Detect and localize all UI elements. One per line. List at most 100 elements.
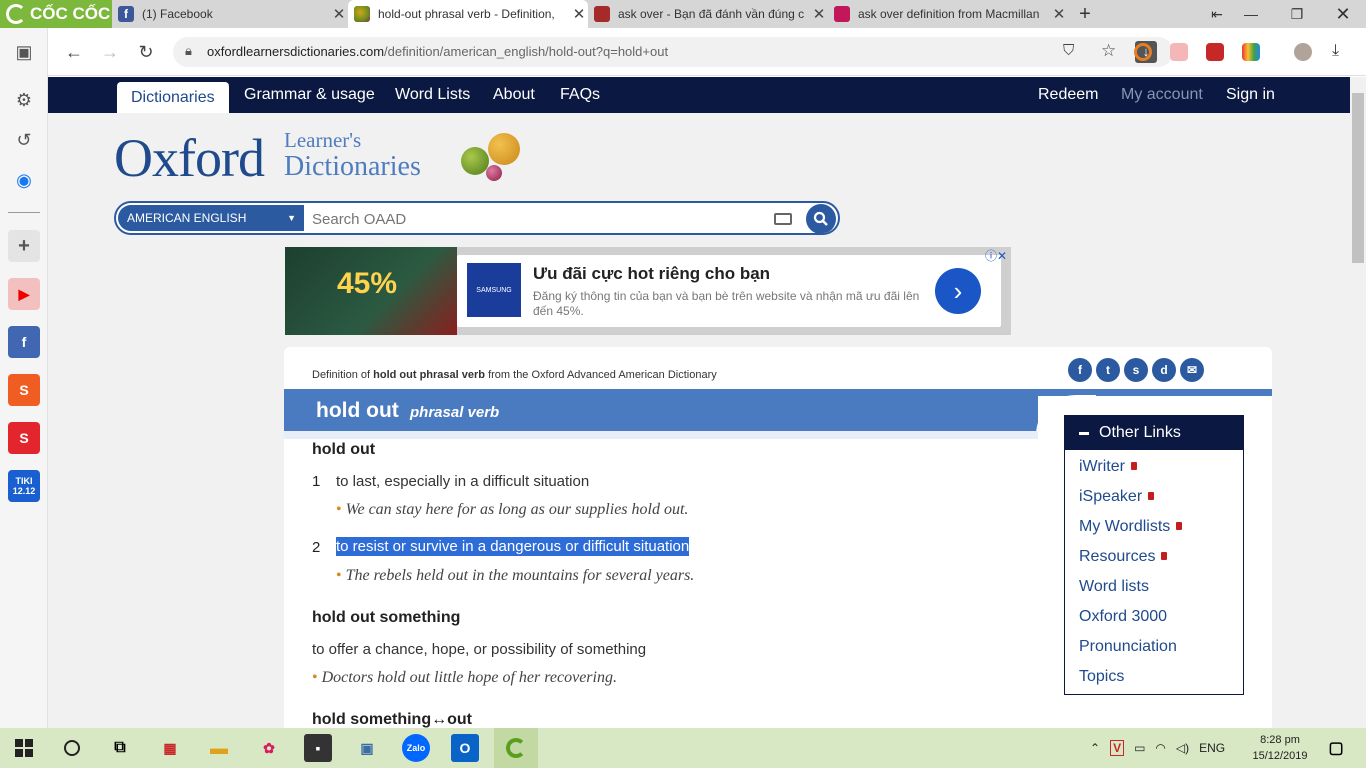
nav-grammar[interactable]: Grammar & usage	[230, 77, 389, 113]
tab-facebook[interactable]: f (1) Facebook ✕	[112, 0, 348, 28]
close-tab-icon[interactable]: ✕	[570, 5, 588, 23]
nav-redeem[interactable]: Redeem	[1024, 77, 1112, 113]
reload-button[interactable]: ↻	[134, 40, 158, 64]
app-icon[interactable]: ▦	[156, 734, 184, 762]
app-icon[interactable]: ✿	[255, 734, 283, 762]
facebook-shortcut-icon[interactable]: f	[8, 326, 40, 358]
nav-faqs[interactable]: FAQs	[546, 77, 614, 113]
ad-card[interactable]: SAMSUNG Ưu đãi cực hot riêng cho bạn Đăn…	[457, 255, 1001, 327]
tab-oxford[interactable]: hold-out phrasal verb - Definition, ✕	[348, 0, 588, 28]
maximize-button[interactable]: ❐	[1274, 0, 1320, 28]
chevron-down-icon: ▼	[287, 213, 296, 223]
link-my-wordlists[interactable]: My Wordlists	[1079, 518, 1183, 536]
add-shortcut-button[interactable]: +	[8, 230, 40, 262]
chevron-up-icon[interactable]: ⌃	[1090, 741, 1100, 755]
language-indicator[interactable]: ENG	[1199, 741, 1225, 755]
adblock-icon[interactable]	[1170, 43, 1188, 61]
tab-macmillan[interactable]: ask over definition from Macmillan ✕	[828, 0, 1068, 28]
forward-button[interactable]: →	[98, 40, 122, 64]
nav-my-account[interactable]: My account	[1107, 77, 1217, 113]
coccoc-taskbar-icon[interactable]	[494, 728, 538, 768]
ad-title: Ưu đãi cực hot riêng cho bạn	[533, 264, 771, 283]
nav-sign-in[interactable]: Sign in	[1212, 77, 1289, 113]
close-window-button[interactable]: ✕	[1320, 0, 1366, 28]
volume-icon[interactable]: ◁)	[1176, 741, 1189, 755]
zalo-icon[interactable]: Zalo	[402, 734, 430, 762]
file-explorer-icon[interactable]: ▬	[205, 734, 233, 762]
other-links-header[interactable]: Other Links	[1065, 416, 1243, 450]
link-oxford-3000[interactable]: Oxford 3000	[1079, 608, 1167, 626]
sidebar-toggle-icon[interactable]: ▣	[12, 40, 36, 64]
tab-bar: CỐC CỐC f (1) Facebook ✕ hold-out phrasa…	[0, 0, 1366, 28]
coccoc-logo-icon	[6, 4, 26, 24]
page-scrollbar[interactable]	[1350, 77, 1366, 728]
unikey-icon[interactable]: V	[1110, 740, 1125, 756]
shopee-icon[interactable]: S	[8, 374, 40, 406]
scrollbar-thumb[interactable]	[1352, 93, 1364, 263]
coccoc-menu-button[interactable]: CỐC CỐC	[0, 0, 112, 28]
task-view-icon[interactable]: ⧉	[106, 734, 134, 762]
link-ispeaker[interactable]: iSpeaker	[1079, 488, 1155, 506]
profile-avatar[interactable]	[1294, 43, 1312, 61]
lock-icon	[1161, 552, 1168, 560]
phrasal-verb-heading: hold out	[312, 441, 376, 458]
app-icon[interactable]: ▣	[353, 734, 381, 762]
headword: hold out	[316, 399, 399, 422]
close-tab-icon[interactable]: ✕	[330, 5, 348, 23]
keyboard-icon[interactable]	[774, 213, 792, 225]
new-tab-button[interactable]: +	[1062, 0, 1108, 28]
minimize-button[interactable]: —	[1228, 0, 1274, 28]
sticky-notes-icon[interactable]: ▪	[304, 734, 332, 762]
tiki-icon[interactable]: TIKI 12.12	[8, 470, 40, 502]
twitter-share-icon[interactable]: t	[1096, 358, 1120, 382]
nav-about[interactable]: About	[479, 77, 549, 113]
link-topics[interactable]: Topics	[1079, 668, 1124, 686]
close-tab-icon[interactable]: ✕	[810, 5, 828, 23]
link-pronunciation[interactable]: Pronunciation	[1079, 638, 1177, 656]
search-button[interactable]	[806, 204, 836, 233]
star-icon[interactable]: ☆	[1101, 41, 1116, 61]
language-select[interactable]: AMERICAN ENGLISH ▼	[118, 205, 304, 231]
nav-dictionaries[interactable]: Dictionaries	[117, 82, 229, 113]
address-bar[interactable]: 🔒︎ oxfordlearnersdictionaries.com/defini…	[173, 37, 1173, 67]
logo-ball-icon	[461, 147, 489, 175]
link-iwriter[interactable]: iWriter	[1079, 458, 1137, 476]
link-word-lists[interactable]: Word lists	[1079, 578, 1149, 596]
ad-close-icon[interactable]: ⓘ✕	[985, 247, 1007, 264]
search-taskbar-icon[interactable]	[58, 734, 86, 762]
oxford-logo[interactable]: Oxford	[114, 127, 265, 189]
address-toolbar: ← → ↻ 🔒︎ oxfordlearnersdictionaries.com/…	[48, 28, 1366, 76]
wifi-icon[interactable]: ◠	[1155, 741, 1165, 755]
digg-share-icon[interactable]: d	[1152, 358, 1176, 382]
tab-cambridge[interactable]: ask over - Bạn đã đánh vần đúng c ✕	[588, 0, 828, 28]
email-share-icon[interactable]: ✉	[1180, 358, 1204, 382]
phrasal-verb-heading: hold out something	[312, 609, 461, 626]
outlook-icon[interactable]: O	[451, 734, 479, 762]
battery-icon[interactable]: ▭	[1134, 741, 1145, 755]
sendo-icon[interactable]: S	[8, 422, 40, 454]
shield-icon[interactable]: ⛉	[1063, 42, 1074, 59]
messenger-icon[interactable]: ◉	[12, 168, 36, 192]
facebook-share-icon[interactable]: f	[1068, 358, 1092, 382]
back-button[interactable]: ←	[62, 40, 86, 64]
search-input[interactable]	[312, 211, 762, 228]
extension-icon[interactable]	[1206, 43, 1224, 61]
lock-icon	[1130, 462, 1137, 470]
windows-start-icon[interactable]	[10, 734, 38, 762]
downloads-icon[interactable]: ⤓	[1332, 42, 1339, 60]
nav-word-lists[interactable]: Word Lists	[381, 77, 484, 113]
colorzilla-icon[interactable]	[1242, 43, 1260, 61]
search-bar: AMERICAN ENGLISH ▼	[114, 201, 840, 235]
link-resources[interactable]: Resources	[1079, 548, 1168, 566]
youtube-icon[interactable]: ▶	[8, 278, 40, 310]
settings-icon[interactable]: ⚙	[12, 88, 36, 112]
sense-number: 1	[312, 473, 321, 490]
notifications-icon[interactable]: ▢	[1322, 734, 1350, 762]
advertisement[interactable]: 45% SAMSUNG Ưu đãi cực hot riêng cho bạn…	[285, 247, 1011, 335]
clock[interactable]: 8:28 pm 15/12/2019	[1252, 732, 1308, 764]
lock-icon[interactable]: 🔒︎	[185, 43, 192, 59]
stumbleupon-share-icon[interactable]: s	[1124, 358, 1148, 382]
ad-arrow-button[interactable]: ›	[935, 268, 981, 314]
history-icon[interactable]: ↺	[12, 128, 36, 152]
extension-icon[interactable]	[1134, 43, 1152, 61]
